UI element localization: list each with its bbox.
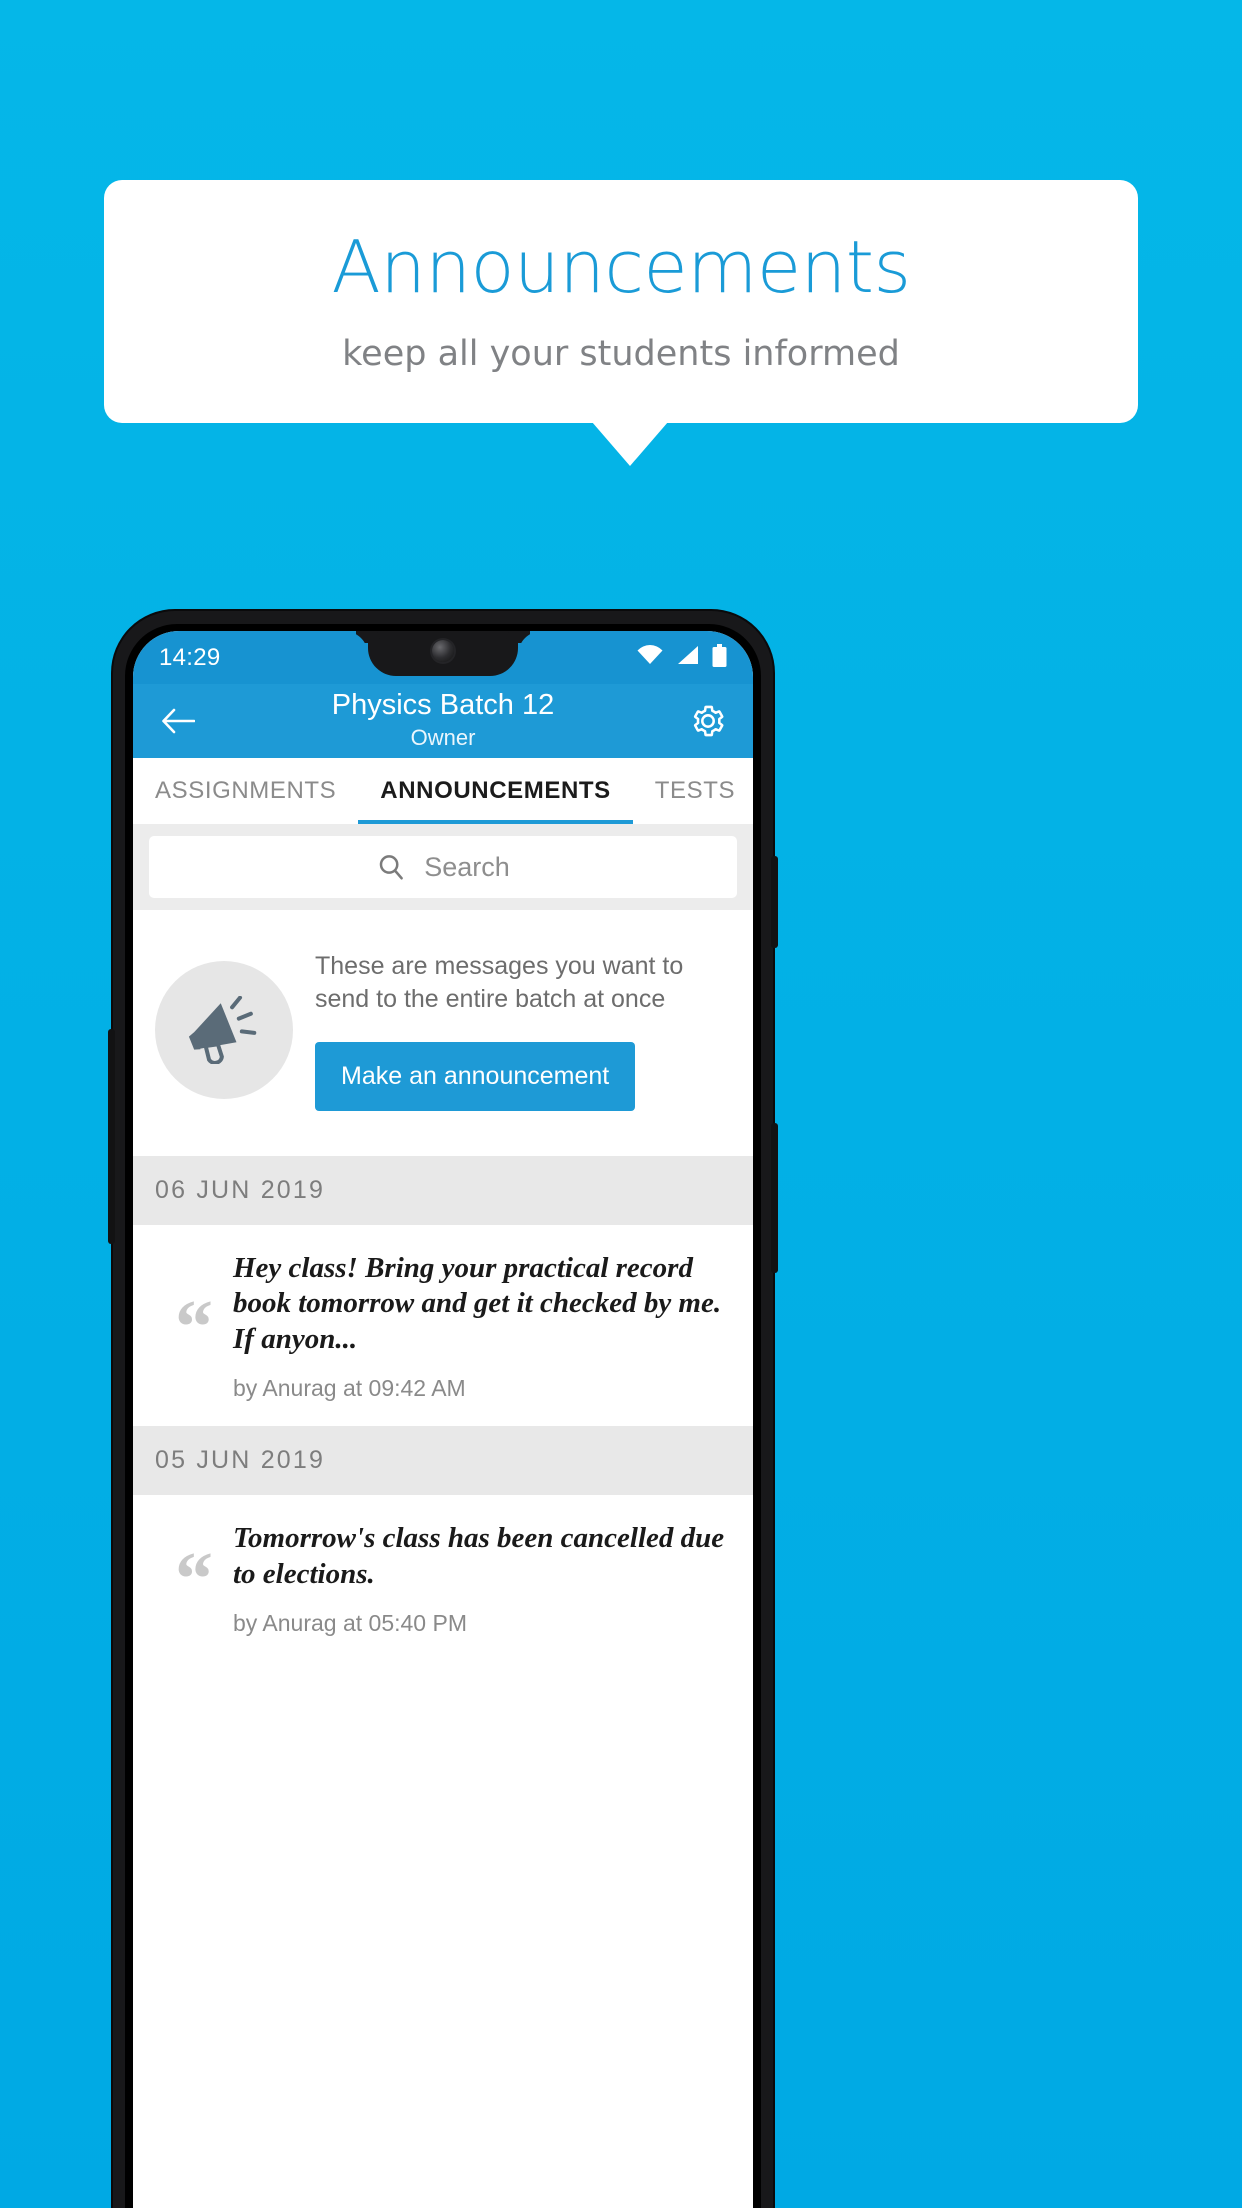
announcement-meta: by Anurag at 09:42 AM — [233, 1375, 466, 1402]
phone-mockup: 14:29 Physics Batch 12 Owner ASSIGNMENTS… — [108, 611, 778, 2208]
phone-button-left — [108, 1029, 115, 1244]
search-placeholder: Search — [424, 851, 510, 882]
hero-bubble: Announcements keep all your students inf… — [104, 180, 1138, 423]
megaphone-icon-wrap — [155, 961, 293, 1099]
search-icon — [379, 855, 404, 880]
bubble-tail — [592, 422, 668, 466]
announcement-meta: by Anurag at 05:40 PM — [233, 1609, 467, 1636]
settings-button[interactable] — [685, 698, 731, 744]
wifi-icon — [637, 645, 663, 670]
status-bar: 14:29 — [133, 631, 753, 684]
tab-tests[interactable]: TESTS — [633, 758, 753, 824]
status-icon-group — [637, 643, 727, 672]
batch-title: Physics Batch 12 — [331, 689, 555, 722]
announcement-body: Hey class! Bring your practical record b… — [233, 1251, 731, 1402]
promo-content: These are messages you want to send to t… — [315, 950, 731, 1111]
front-camera — [432, 640, 454, 662]
announcement-promo-card: These are messages you want to send to t… — [133, 910, 753, 1156]
page-subtitle: keep all your students informed — [342, 334, 900, 374]
quote-icon: “ — [175, 1284, 213, 1369]
gear-icon — [693, 705, 724, 737]
announcement-text: Hey class! Bring your practical record b… — [233, 1252, 722, 1355]
megaphone-icon — [188, 996, 257, 1064]
phone-button-power — [771, 856, 778, 948]
phone-button-volume — [771, 1123, 778, 1273]
tab-bar[interactable]: ASSIGNMENTS ANNOUNCEMENTS TESTS V — [133, 758, 753, 824]
batch-role: Owner — [410, 724, 476, 750]
announcement-row[interactable]: “ Tomorrow's class has been cancelled du… — [133, 1495, 753, 1661]
screenshot-stage: Announcements keep all your students inf… — [0, 0, 1242, 2208]
phone-bezel: 14:29 Physics Batch 12 Owner ASSIGNMENTS… — [125, 624, 761, 2208]
tab-announcements[interactable]: ANNOUNCEMENTS — [358, 758, 634, 824]
back-button[interactable] — [155, 698, 201, 744]
status-clock: 14:29 — [159, 643, 221, 671]
back-arrow-icon — [162, 708, 195, 734]
app-bar: Physics Batch 12 Owner — [133, 684, 753, 758]
app-bar-titles: Physics Batch 12 Owner — [201, 689, 685, 752]
battery-icon — [712, 643, 727, 672]
tab-assignments[interactable]: ASSIGNMENTS — [133, 758, 358, 824]
date-header: 05 JUN 2019 — [133, 1426, 753, 1496]
announcement-text: Tomorrow's class has been cancelled due … — [233, 1522, 725, 1590]
announcement-row[interactable]: “ Hey class! Bring your practical record… — [133, 1225, 753, 1427]
page-title: Announcements — [331, 225, 911, 309]
make-announcement-button[interactable]: Make an announcement — [315, 1041, 636, 1111]
announcement-body: Tomorrow's class has been cancelled due … — [233, 1521, 731, 1637]
search-input[interactable]: Search — [149, 836, 737, 898]
signal-icon — [676, 645, 699, 670]
quote-icon: “ — [175, 1537, 213, 1621]
promo-description: These are messages you want to send to t… — [315, 951, 684, 1013]
phone-notch — [368, 631, 518, 676]
search-container: Search — [133, 824, 753, 910]
phone-screen: 14:29 Physics Batch 12 Owner ASSIGNMENTS… — [133, 631, 753, 2208]
date-header: 06 JUN 2019 — [133, 1156, 753, 1225]
